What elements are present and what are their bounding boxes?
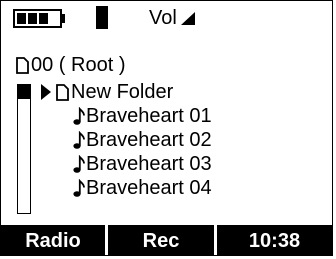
status-bar: Vol (1, 1, 332, 33)
folder-icon (16, 56, 29, 74)
volume-label: Vol (149, 7, 177, 29)
list-item-label: New Folder (71, 81, 174, 103)
folder-icon (56, 83, 69, 101)
list-item[interactable]: Braveheart 02 (39, 128, 212, 152)
clock-display: 10:38 (217, 225, 332, 255)
current-path: 00 ( Root ) (16, 54, 125, 76)
list-item-label: Braveheart 01 (86, 105, 212, 127)
device-screen: Vol 00 ( Root ) New Folder Braveheart 01… (0, 0, 333, 256)
music-note-icon (73, 154, 85, 174)
list-item[interactable]: Braveheart 03 (39, 152, 212, 176)
rec-softkey[interactable]: Rec (108, 225, 214, 255)
music-note-icon (73, 178, 85, 198)
selection-arrow-icon (41, 84, 51, 100)
softkey-bar: Radio Rec 10:38 (1, 225, 332, 255)
battery-icon (13, 9, 62, 28)
battery-tip (61, 14, 65, 23)
radio-softkey[interactable]: Radio (1, 225, 105, 255)
list-item[interactable]: Braveheart 04 (39, 176, 212, 200)
battery-level (17, 13, 50, 24)
music-note-icon (73, 130, 85, 150)
list-item-label: Braveheart 02 (86, 129, 212, 151)
list-item[interactable]: Braveheart 01 (39, 104, 212, 128)
volume-triangle-icon (180, 11, 195, 25)
music-note-icon (73, 106, 85, 126)
list-item-label: Braveheart 04 (86, 177, 212, 199)
list-item-label: Braveheart 03 (86, 153, 212, 175)
scrollbar[interactable] (17, 84, 31, 214)
list-item[interactable]: New Folder (39, 80, 212, 104)
scrollbar-thumb[interactable] (18, 85, 30, 99)
file-list: New Folder Braveheart 01 Braveheart 02 B… (39, 80, 212, 200)
volume-indicator[interactable]: Vol (149, 8, 195, 28)
signal-icon (96, 6, 108, 29)
path-label: 00 ( Root ) (31, 54, 126, 76)
